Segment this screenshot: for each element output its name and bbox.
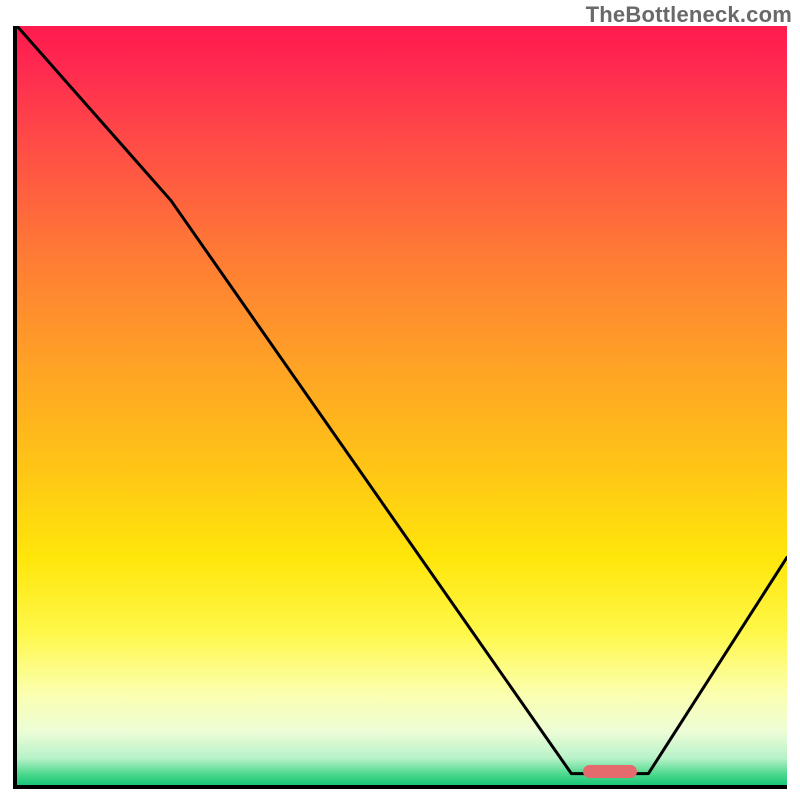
optimal-range-marker: [583, 765, 637, 779]
watermark-text: TheBottleneck.com: [586, 2, 792, 28]
bottleneck-curve: [17, 26, 787, 785]
plot-area: [13, 26, 787, 789]
